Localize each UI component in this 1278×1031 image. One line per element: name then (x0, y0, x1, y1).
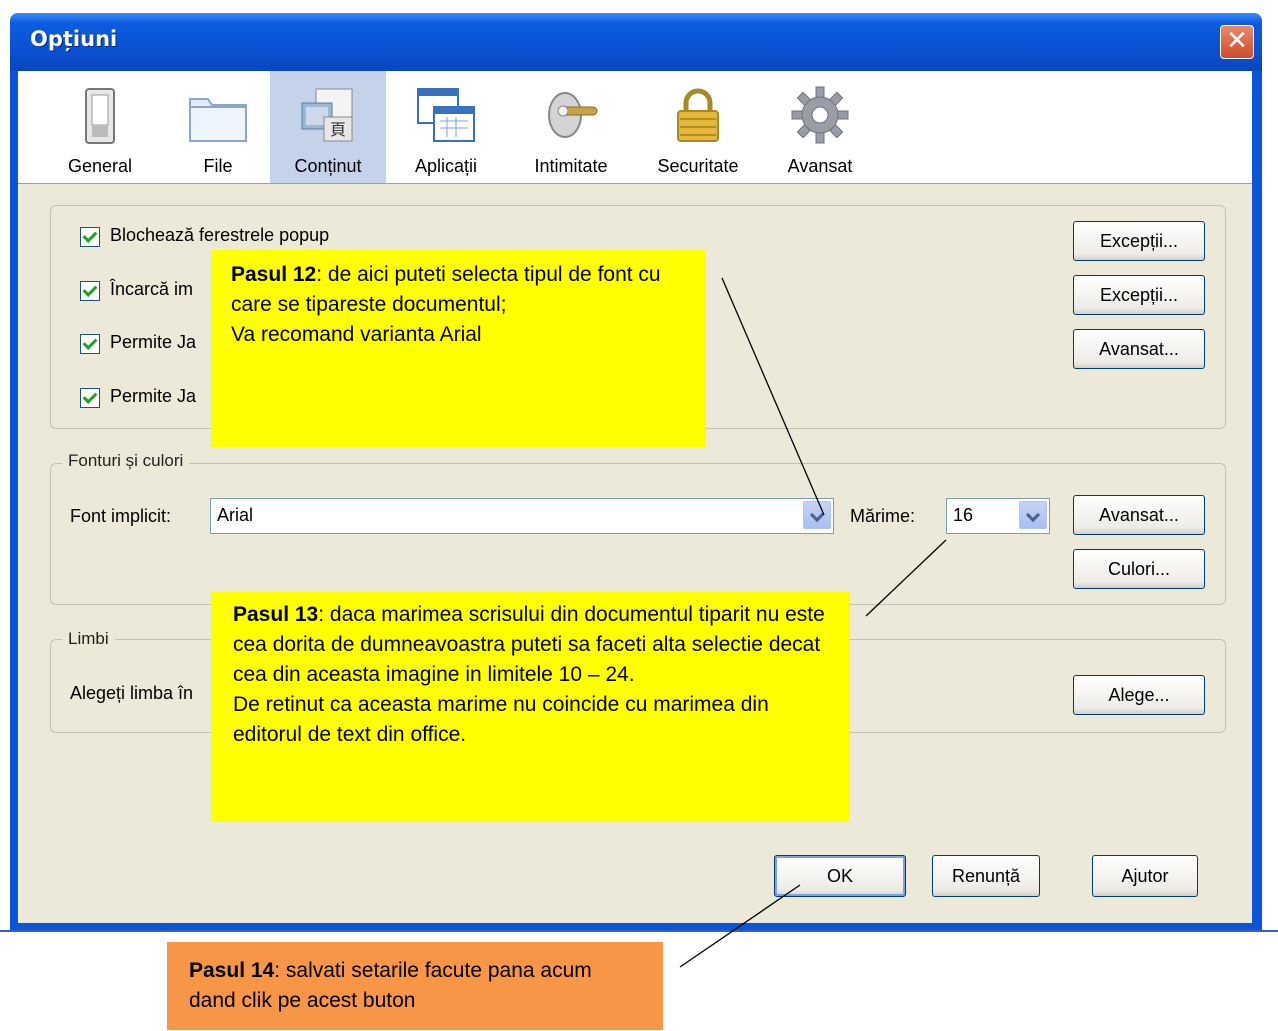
default-font-label: Font implicit: (70, 506, 172, 526)
tab-continut[interactable]: 頁 Conținut (270, 71, 386, 183)
images-checkbox-label: Încarcă im (110, 279, 194, 299)
step12-callout: Pasul 12: de aici puteti selecta tipul d… (211, 250, 706, 447)
step12-recommendation: Va recomand varianta Arial (231, 323, 482, 346)
java-checkbox[interactable] (80, 388, 100, 408)
title-bar: Opțiuni ✕ (10, 13, 1262, 71)
colors-button[interactable]: Culori... (1073, 549, 1205, 589)
folder-icon (189, 98, 247, 142)
fonts-colors-group (50, 463, 1226, 605)
chevron-down-icon[interactable] (803, 501, 831, 529)
font-size-select[interactable]: 16 (946, 498, 1050, 534)
default-font-value: Arial (217, 505, 254, 525)
category-toolbar: General File 頁 Conținut Aplicații Intimi… (18, 71, 1252, 184)
help-button[interactable]: Ajutor (1092, 855, 1198, 897)
step12-title: Pasul 12 (231, 263, 317, 286)
tab-securitate[interactable]: Securitate (642, 71, 754, 183)
tab-label: Aplicații (414, 156, 478, 176)
step13-note: De retinut ca aceasta marime nu coincide… (233, 693, 769, 746)
tab-intimitate[interactable]: Intimitate (508, 71, 634, 183)
tab-label: Intimitate (534, 156, 608, 176)
default-font-select[interactable]: Arial (210, 498, 834, 534)
applications-icon (417, 88, 475, 142)
step13-text: : daca marimea scrisului din documentul … (233, 603, 825, 686)
tab-file[interactable]: File (168, 71, 268, 183)
tab-aplicatii[interactable]: Aplicații (394, 71, 498, 183)
background-app-edge (0, 0, 10, 1031)
close-button[interactable]: ✕ (1220, 25, 1254, 59)
step13-title: Pasul 13 (233, 603, 319, 626)
fonts-advanced-button[interactable]: Avansat... (1073, 495, 1205, 535)
tab-label: File (203, 156, 233, 176)
java-checkbox-label: Permite Ja (110, 386, 197, 406)
tab-label: General (67, 156, 133, 176)
javascript-checkbox-label: Permite Ja (110, 332, 197, 352)
tab-general[interactable]: General (52, 71, 148, 183)
svg-text:頁: 頁 (330, 122, 346, 139)
gear-icon (791, 86, 849, 144)
content-icon: 頁 (301, 88, 353, 142)
fonts-colors-legend: Fonturi și culori (62, 451, 190, 471)
step14-title: Pasul 14 (189, 959, 275, 982)
ok-button[interactable]: OK (774, 855, 906, 897)
choose-language-button[interactable]: Alege... (1073, 675, 1205, 715)
tab-avansat[interactable]: Avansat (774, 71, 866, 183)
size-label: Mărime: (850, 506, 916, 526)
languages-legend: Limbi (62, 629, 115, 649)
switch-icon (85, 88, 115, 144)
cancel-button[interactable]: Renunță (932, 855, 1040, 897)
images-exceptions-button[interactable]: Excepții... (1073, 275, 1205, 315)
popup-exceptions-button[interactable]: Excepții... (1073, 221, 1205, 261)
window-title: Opțiuni (30, 27, 118, 51)
chevron-down-icon[interactable] (1019, 501, 1047, 529)
padlock-icon (677, 88, 719, 142)
tab-label: Securitate (657, 156, 739, 176)
popup-checkbox-label: Blochează ferestrele popup (110, 225, 330, 245)
font-size-value: 16 (953, 505, 974, 525)
background-app-bottom-bar (0, 930, 1278, 942)
popup-checkbox[interactable] (80, 227, 100, 247)
images-checkbox[interactable] (80, 281, 100, 301)
step13-callout: Pasul 13: daca marimea scrisului din doc… (211, 592, 850, 822)
step14-callout: Pasul 14: salvati setarile facute pana a… (167, 942, 663, 1030)
languages-label: Alegeți limba în (70, 683, 194, 703)
javascript-advanced-button[interactable]: Avansat... (1073, 329, 1205, 369)
privacy-mask-icon (548, 92, 598, 138)
javascript-checkbox[interactable] (80, 334, 100, 354)
tab-label: Avansat (787, 156, 853, 176)
tab-label: Conținut (294, 156, 362, 176)
